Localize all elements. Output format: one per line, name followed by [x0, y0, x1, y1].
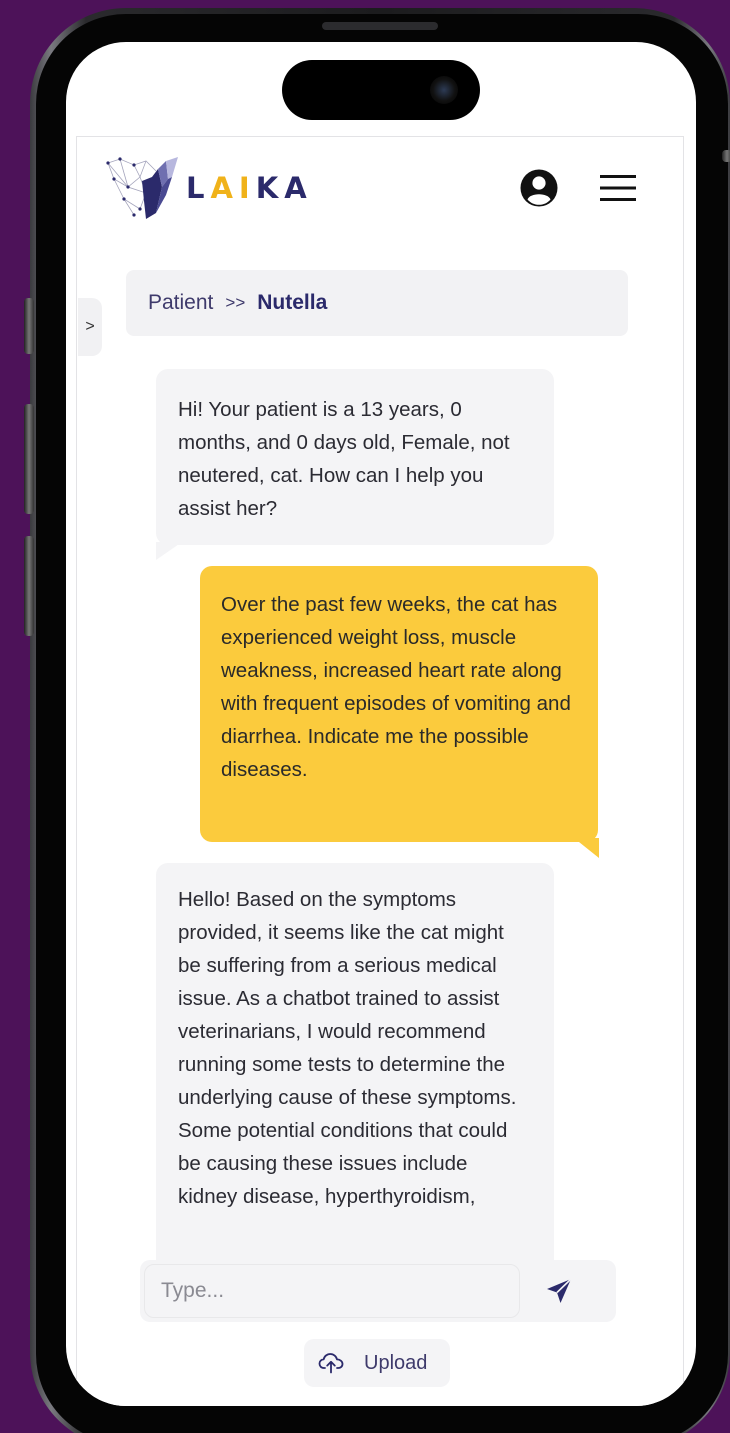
message-text: Hello! Based on the symptoms provided, i…	[178, 888, 517, 1208]
message-text: Over the past few weeks, the cat has exp…	[221, 593, 571, 781]
laika-logo-mark-icon	[106, 157, 178, 219]
breadcrumb-separator: >>	[225, 293, 246, 312]
chevron-right-icon: >	[85, 318, 95, 335]
breadcrumb-current: Nutella	[257, 291, 328, 314]
cloud-upload-icon	[318, 1353, 344, 1374]
hamburger-menu-icon[interactable]	[600, 173, 636, 203]
camera-icon	[430, 76, 458, 104]
user-message: Over the past few weeks, the cat has exp…	[200, 566, 598, 842]
laika-logo[interactable]: LAIKA	[106, 157, 313, 219]
message-text: Hi! Your patient is a 13 years, 0 months…	[178, 398, 510, 520]
breadcrumb: Patient >> Nutella	[126, 270, 628, 336]
logo-wordmark: LAIKA	[186, 171, 313, 205]
stage: LAIKA > Patient >> Nutella Hi! Your pati…	[0, 0, 730, 1433]
bot-message: Hi! Your patient is a 13 years, 0 months…	[156, 369, 554, 545]
message-composer	[140, 1260, 616, 1322]
bot-message: Hello! Based on the symptoms provided, i…	[156, 863, 554, 1283]
phone-volume-up-button	[24, 404, 34, 514]
phone-speaker	[322, 22, 438, 30]
breadcrumb-parent[interactable]: Patient	[148, 291, 213, 315]
upload-label: Upload	[364, 1351, 428, 1374]
user-message-tail	[574, 838, 599, 858]
user-circle-icon[interactable]	[519, 168, 559, 208]
bot-message-tail	[156, 542, 182, 560]
message-input[interactable]	[144, 1264, 520, 1318]
drawer-toggle-button[interactable]: >	[78, 298, 102, 356]
phone-screen: LAIKA > Patient >> Nutella Hi! Your pati…	[66, 42, 696, 1406]
dynamic-island	[282, 60, 480, 120]
phone-action-button	[24, 298, 34, 354]
send-arrow-icon[interactable]	[544, 1276, 574, 1306]
phone-power-button	[722, 150, 730, 162]
upload-button[interactable]: Upload	[304, 1339, 450, 1387]
phone-volume-down-button	[24, 536, 34, 636]
